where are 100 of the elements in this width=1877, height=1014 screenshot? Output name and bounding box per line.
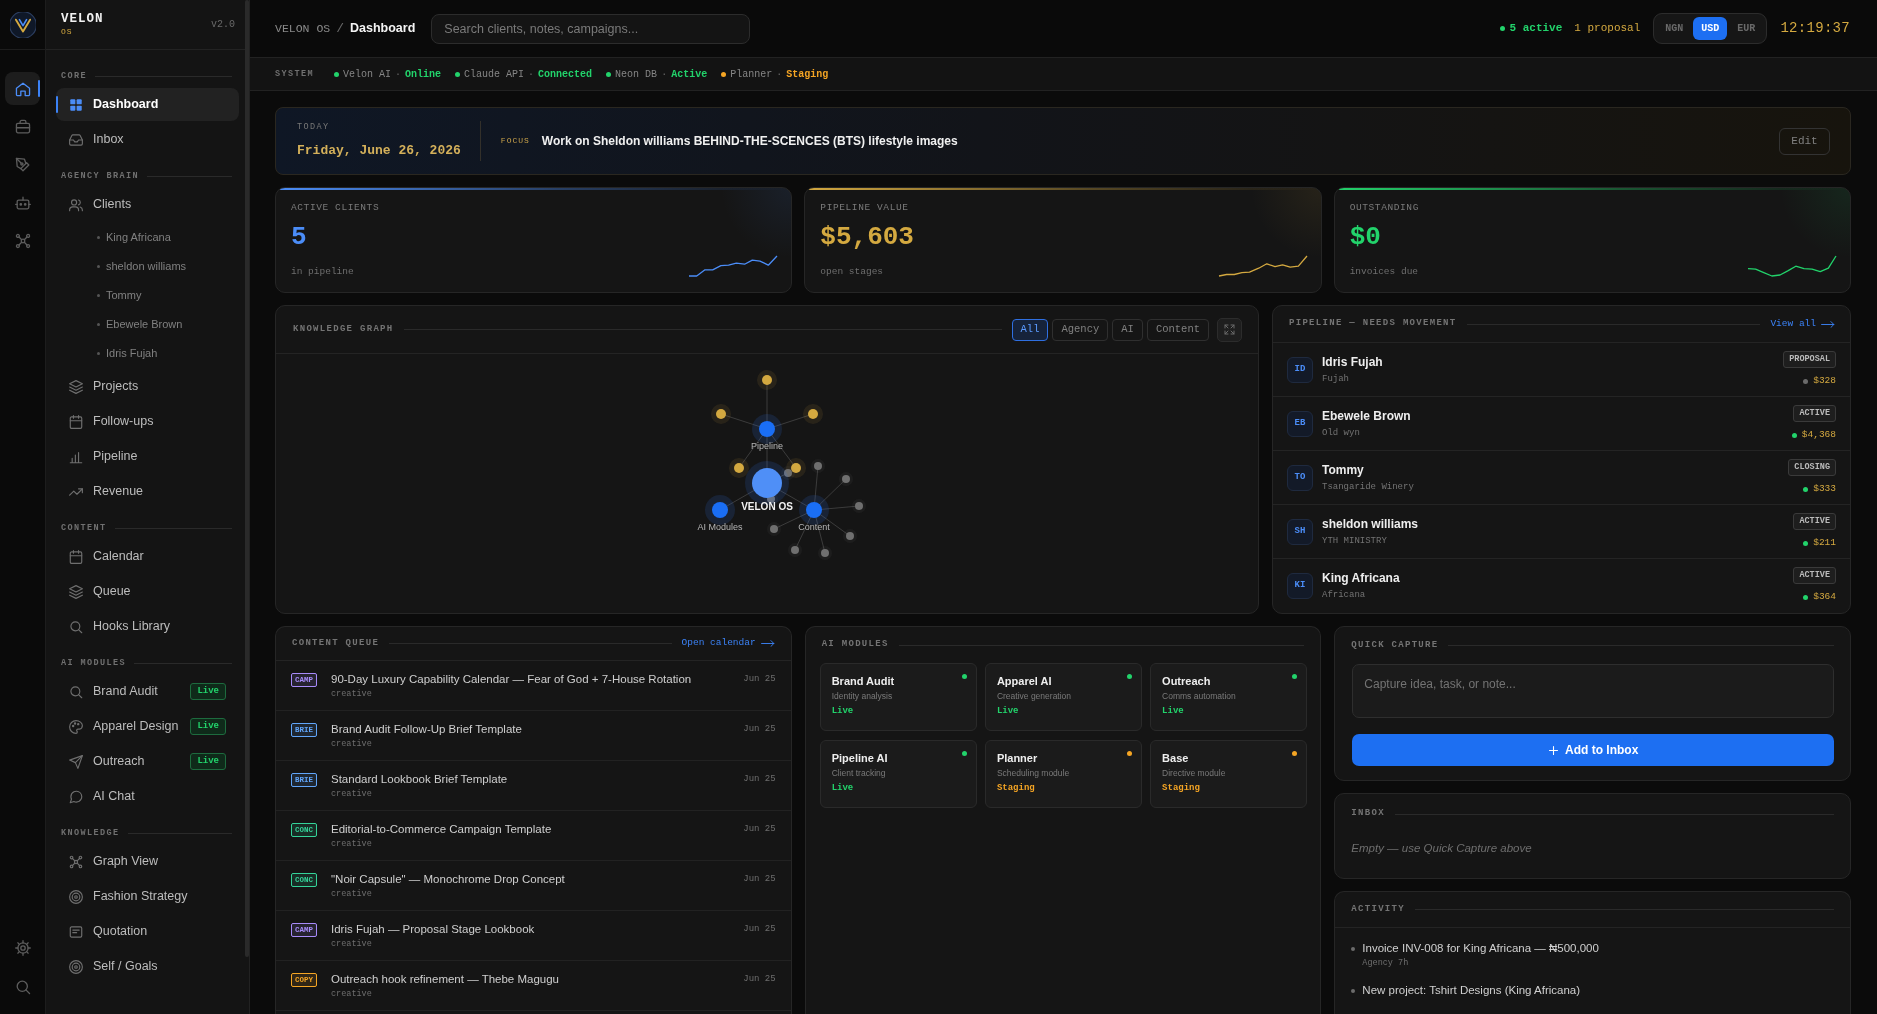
currency-option[interactable]: USD: [1693, 17, 1728, 40]
version-label: v2.0: [211, 18, 235, 32]
queue-title: "Noir Capsule" — Monochrome Drop Concept: [331, 872, 565, 887]
sidebar-item[interactable]: Queue: [56, 575, 239, 608]
initials-avatar: EB: [1287, 410, 1313, 437]
date-text: Jun 25: [742, 723, 776, 736]
search-icon: [69, 684, 83, 699]
module-tile[interactable]: Apparel AI Creative generation Live: [984, 663, 1143, 731]
view-link[interactable]: View all: [1770, 316, 1835, 332]
arrow-right-icon: [760, 640, 775, 647]
sidebar-subitem[interactable]: Tommy: [56, 281, 239, 310]
stat-label: PIPELINE VALUE: [820, 202, 910, 214]
module-tile[interactable]: Outreach Comms automation Live: [1150, 663, 1308, 731]
sidebar-subitem[interactable]: King Africana: [56, 223, 239, 252]
date-text: Jun 25: [742, 873, 776, 886]
system-label: SYSTEM: [275, 67, 314, 81]
pipeline-row[interactable]: TO Tommy Tsangaride Winery CLOSING $333: [1273, 450, 1850, 504]
edit-button[interactable]: Edit: [1779, 127, 1830, 155]
sidebar-subitem[interactable]: Idris Fujah: [56, 339, 239, 368]
category-text: creative: [331, 989, 373, 999]
users-icon: [69, 197, 83, 212]
home-icon: [14, 80, 31, 97]
sidebar-item[interactable]: Graph View: [56, 845, 239, 878]
stat-note: in pipeline: [291, 266, 355, 278]
initials-avatar: SH: [1287, 518, 1313, 545]
sidebar-item[interactable]: Clients: [56, 188, 239, 221]
module-tile[interactable]: Base Directive module Staging: [1150, 740, 1308, 808]
date-text: Jun 25: [742, 973, 776, 986]
sidebar-item[interactable]: Pipeline: [56, 440, 239, 473]
queue-title: Standard Lookbook Brief Template: [331, 772, 508, 787]
pipeline-row[interactable]: SH sheldon williams YTH MINISTRY ACTIVE $211: [1273, 504, 1850, 558]
expand-button[interactable]: [1217, 317, 1242, 342]
sidebar-item[interactable]: AI Chat: [56, 780, 239, 813]
filter-tab[interactable]: AI: [1112, 318, 1143, 341]
module-name: Pipeline AI: [831, 751, 888, 766]
sidebar-subitem[interactable]: Ebewele Brown: [56, 310, 239, 339]
filter-tab[interactable]: Content: [1146, 318, 1209, 341]
filter-tab[interactable]: Agency: [1052, 318, 1109, 341]
date-text: Jun 25: [742, 673, 776, 686]
layers-icon: [69, 584, 83, 599]
module-tile[interactable]: Brand Audit Identity analysis Live: [819, 663, 977, 731]
module-description: Creative generation: [996, 691, 1073, 702]
search-icon: [69, 619, 83, 634]
sidebar-item[interactable]: Calendar: [56, 540, 239, 573]
capture-field[interactable]: Capture idea, task, or note...: [1352, 664, 1834, 718]
inbox-icon: [69, 132, 83, 147]
today-label: TODAY: [297, 121, 331, 135]
empty-state-text: Empty — use Quick Capture above: [1350, 841, 1533, 856]
stat-value: $0: [1349, 221, 1382, 253]
service-name: Velon AI: [343, 67, 392, 82]
activity-text: Invoice INV-008 for King Africana — ₦500,000: [1362, 941, 1599, 956]
panel-title: INBOX: [1351, 807, 1385, 821]
pipeline-row[interactable]: ID Idris Fujah Fujah PROPOSAL $328: [1273, 342, 1850, 396]
client-name: sheldon williams: [1322, 516, 1419, 532]
module-status: Staging: [1162, 783, 1201, 794]
module-status: Live: [831, 706, 855, 717]
add-to-inbox-button[interactable]: Add to Inbox: [1352, 734, 1834, 766]
pipeline-row[interactable]: KI King Africana Africana ACTIVE $364: [1273, 558, 1850, 612]
sidebar-item[interactable]: Follow-ups: [56, 405, 239, 438]
module-description: Comms automation: [1162, 691, 1237, 702]
sidebar-item[interactable]: Hooks Library: [56, 610, 239, 643]
rail-nav-button[interactable]: [5, 72, 40, 105]
sidebar-item[interactable]: Dashboard: [56, 88, 239, 121]
module-tile[interactable]: Planner Scheduling module Staging: [984, 740, 1143, 808]
plus-icon: [1548, 744, 1559, 756]
layers-icon: [69, 379, 83, 394]
module-status: Staging: [996, 783, 1036, 794]
queue-title: 90-Day Luxury Capability Calendar — Fear of God + 7-House Rotation: [331, 672, 692, 687]
pen-icon: [14, 156, 31, 173]
queue-title: Brand Audit Follow-Up Brief Template: [331, 722, 522, 737]
queue-title: Outreach hook refinement — Thebe Magugu: [331, 972, 559, 987]
section-label: CONTENT: [61, 521, 107, 535]
service-status: Connected: [538, 67, 593, 82]
view-link[interactable]: Open calendar: [681, 636, 775, 651]
bullet-icon: [1351, 947, 1356, 951]
stat-note: invoices due: [1349, 266, 1419, 278]
initials-avatar: KI: [1287, 572, 1313, 599]
module-name: Brand Audit: [831, 674, 895, 689]
sidebar-item[interactable]: Inbox: [56, 123, 239, 156]
section-label: AI MODULES: [61, 656, 126, 670]
sidebar-item[interactable]: Self / Goals: [56, 950, 239, 983]
module-tile[interactable]: Pipeline AI Client tracking Live: [819, 740, 977, 808]
client-name: Ebewele Brown: [1322, 408, 1411, 424]
sidebar-item[interactable]: Projects: [56, 370, 239, 403]
search-field[interactable]: Search clients, notes, campaigns...: [431, 13, 751, 44]
sidebar-item[interactable]: Fashion Strategy: [56, 880, 239, 913]
status-badge: Live: [190, 718, 226, 735]
date-text: Friday, June 26, 2026: [297, 142, 461, 161]
breadcrumb-link[interactable]: VELON OS: [275, 19, 331, 38]
pipeline-row[interactable]: EB Ebewele Brown Old wyn ACTIVE $4,368: [1273, 396, 1850, 450]
sidebar-item[interactable]: Revenue: [56, 475, 239, 508]
sidebar-subitem[interactable]: sheldon williams: [56, 252, 239, 281]
proposal-count: 1 proposal: [1574, 21, 1641, 37]
bullet-icon: [97, 323, 100, 326]
target-icon: [69, 889, 83, 904]
sidebar-item[interactable]: Quotation: [56, 915, 239, 948]
section-label: CORE: [61, 69, 87, 83]
filter-tab[interactable]: All: [1011, 318, 1049, 341]
module-description: Identity analysis: [831, 691, 894, 702]
company-name: Fujah: [1322, 373, 1350, 385]
